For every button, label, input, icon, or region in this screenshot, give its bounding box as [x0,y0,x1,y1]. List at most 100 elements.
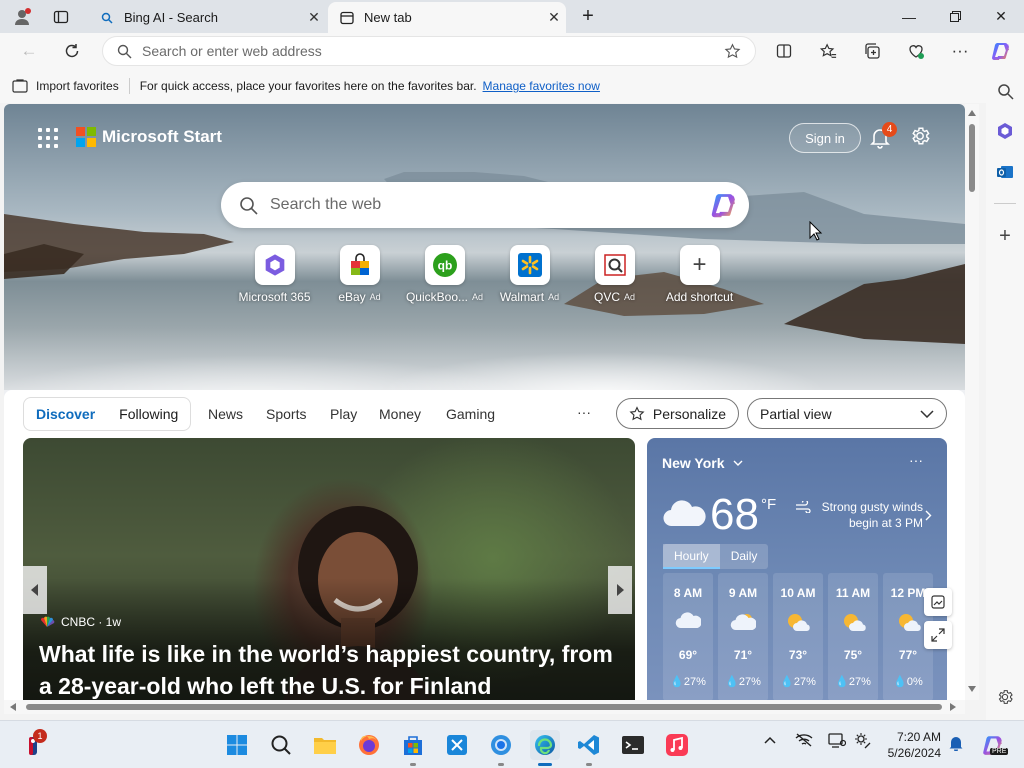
view-mode-select[interactable]: Partial view [747,398,947,429]
microsoft-start-logo[interactable]: Microsoft Start [76,127,222,147]
vertical-scrollbar[interactable] [965,104,979,700]
more-nav-icon[interactable]: ··· [577,404,591,420]
web-search-input[interactable] [270,196,709,214]
hourly-item[interactable]: 9 AM 71° 💧27% [718,573,768,700]
copilot-icon[interactable] [709,190,739,220]
page-settings-button[interactable] [909,125,933,149]
tab-discover[interactable]: Discover [24,406,107,422]
weather-alert[interactable]: Strong gusty winds begin at 3 PM [793,499,923,531]
refresh-button[interactable] [57,37,87,65]
more-options-icon[interactable]: ··· [945,37,975,65]
chrome-icon[interactable] [486,730,516,766]
sign-in-button[interactable]: Sign in [789,123,861,153]
tab-following[interactable]: Following [107,406,190,422]
running-indicator [498,763,504,766]
notifications-button[interactable]: 4 [868,122,897,151]
network-icon[interactable] [795,733,813,750]
terminal-icon[interactable] [618,730,648,760]
forecast-tabs: Hourly Daily [663,544,769,569]
weather-more-icon[interactable]: ··· [909,452,923,468]
shortcut-qvc[interactable]: QVC Ad [572,245,657,304]
news-card[interactable]: CNBC · 1w What life is like in the world… [23,438,635,700]
nav-gaming[interactable]: Gaming [446,406,495,422]
chevron-right-icon[interactable] [925,510,932,521]
add-sidebar-app-icon[interactable]: + [990,221,1020,251]
close-window-button[interactable]: ✕ [978,0,1024,33]
nav-news[interactable]: News [208,406,243,422]
scroll-thumb[interactable] [969,124,975,192]
expand-icon[interactable] [924,621,952,649]
address-input[interactable] [142,43,724,59]
shortcut-ebay[interactable]: eBay Ad [317,245,402,304]
taskbar-search-button[interactable] [266,730,296,760]
file-explorer-icon[interactable] [310,730,340,760]
collections-icon[interactable] [857,37,887,65]
display-icon[interactable] [828,733,847,752]
music-app-icon[interactable] [662,730,692,760]
qvc-icon [594,245,635,285]
close-tab-icon[interactable]: ✕ [302,9,326,26]
microsoft-store-icon[interactable] [398,730,428,766]
snipping-tool-icon[interactable] [442,730,472,760]
next-story-button[interactable] [608,566,632,614]
web-search-box[interactable] [221,182,749,228]
scroll-thumb[interactable] [26,704,942,710]
notifications-bell-icon[interactable] [949,735,963,754]
manage-favorites-link[interactable]: Manage favorites now [483,79,600,93]
scroll-up-icon[interactable] [968,110,976,116]
show-hidden-icons[interactable] [764,733,776,747]
profile-icon[interactable] [8,0,36,33]
import-favorites-button[interactable]: Import favorites [12,79,119,93]
scroll-left-icon[interactable] [10,703,16,711]
hourly-item[interactable]: 11 AM 75° 💧27% [828,573,878,700]
system-clock[interactable]: 7:20 AM 5/26/2024 [885,729,941,761]
scroll-down-icon[interactable] [968,686,976,692]
copilot-taskbar-icon[interactable]: PRE [978,730,1009,760]
apps-launcher-icon[interactable] [38,128,58,148]
weather-location[interactable]: New York [662,455,743,471]
tab-daily[interactable]: Daily [720,544,769,569]
search-icon[interactable] [990,76,1020,106]
tab-bing-ai-search[interactable]: Bing AI - Search ✕ [88,2,326,33]
brightness-icon[interactable] [855,733,871,752]
shortcut-add[interactable]: + Add shortcut [657,245,742,304]
favorites-icon[interactable] [813,37,843,65]
edge-icon[interactable] [530,730,560,766]
feedback-image-icon[interactable] [924,588,952,616]
weather-card[interactable]: New York ··· 68 °F Strong gusty winds be… [647,438,947,700]
tab-new-tab[interactable]: New tab ✕ [328,2,566,33]
horizontal-scrollbar[interactable] [4,700,965,714]
nav-play[interactable]: Play [330,406,357,422]
hourly-item[interactable]: 10 AM 73° 💧27% [773,573,823,700]
previous-story-button[interactable] [23,566,47,614]
new-tab-button[interactable]: + [574,0,602,33]
start-button[interactable] [222,730,252,760]
firefox-icon[interactable] [354,730,384,760]
nav-money[interactable]: Money [379,406,421,422]
scroll-right-icon[interactable] [950,703,956,711]
shortcut-walmart[interactable]: Walmart Ad [487,245,572,304]
shortcut-microsoft-365[interactable]: Microsoft 365 [232,245,317,304]
copilot-icon[interactable] [986,37,1016,65]
address-bar[interactable] [102,36,756,66]
news-widget-icon[interactable]: 1 [18,729,48,760]
news-headline[interactable]: What life is like in the world’s happies… [39,638,629,700]
close-tab-icon[interactable]: ✕ [542,9,566,26]
restore-button[interactable] [932,0,978,33]
sidebar-settings-icon[interactable] [990,682,1020,712]
vscode-icon[interactable] [574,730,604,766]
microsoft-365-icon[interactable] [990,116,1020,146]
tab-actions-icon[interactable] [48,0,74,33]
favorite-star-icon[interactable] [724,42,741,60]
nav-sports[interactable]: Sports [266,406,306,422]
shortcut-quickbooks[interactable]: qb QuickBoo... Ad [402,245,487,304]
tab-hourly[interactable]: Hourly [663,544,720,569]
personalize-button[interactable]: Personalize [616,398,739,429]
outlook-icon[interactable] [990,157,1020,187]
back-button[interactable]: ← [14,37,44,65]
hourly-item[interactable]: 8 AM 69° 💧27% [663,573,713,700]
browser-essentials-icon[interactable] [901,37,931,65]
minimize-button[interactable]: — [886,0,932,33]
news-source[interactable]: CNBC · 1w [39,615,121,629]
split-screen-icon[interactable] [769,37,799,65]
